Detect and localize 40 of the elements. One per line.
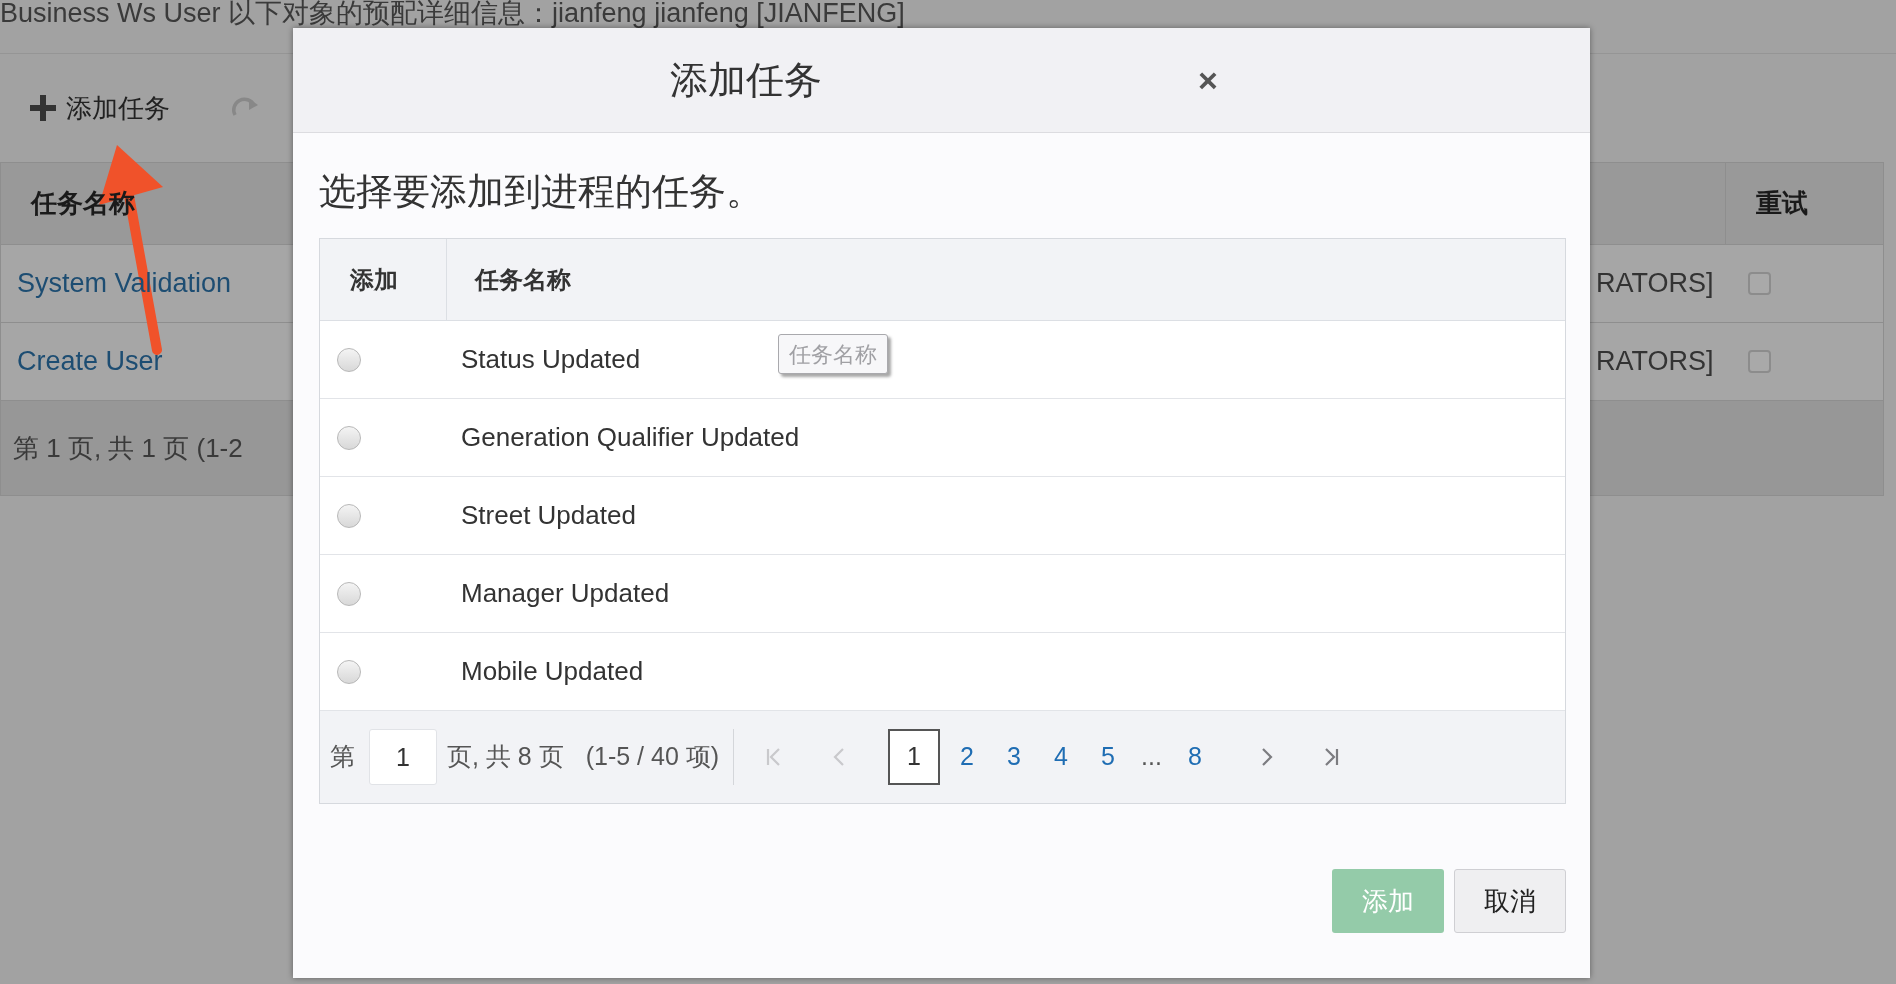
- page-button[interactable]: 4: [1041, 729, 1082, 785]
- task-name: Generation Qualifier Updated: [461, 422, 800, 452]
- plus-icon: [30, 95, 56, 121]
- column-header: 添加: [350, 264, 398, 295]
- task-name: Street Updated: [461, 500, 636, 530]
- page-input[interactable]: 1: [369, 729, 437, 785]
- cancel-button[interactable]: 取消: [1454, 869, 1566, 933]
- task-link[interactable]: Create User: [17, 346, 163, 377]
- pagination-ellipsis: ...: [1140, 741, 1163, 773]
- pagination-text: 第 1 页, 共 1 页 (1-2: [13, 431, 243, 465]
- radio-button[interactable]: [337, 425, 361, 450]
- chevron-icon: [1322, 747, 1341, 767]
- page-button[interactable]: 2: [947, 729, 988, 785]
- retry-checkbox[interactable]: [1748, 350, 1771, 373]
- radio-button[interactable]: [337, 581, 361, 606]
- radio-button[interactable]: [337, 503, 361, 528]
- add-task-button[interactable]: 添加任务: [30, 88, 170, 128]
- pagination-label: 页, 共 8 页: [447, 741, 564, 773]
- dialog-title: 添加任务: [669, 57, 822, 103]
- close-button[interactable]: ×: [1198, 63, 1218, 97]
- column-header: 任务名称: [475, 264, 571, 295]
- page-button[interactable]: 3: [994, 729, 1035, 785]
- column-header: 任务名称: [31, 187, 135, 220]
- page-title: Business Ws User 以下对象的预配详细信息：jianfeng jianfeng [JIANFENG]: [0, 0, 905, 27]
- table-cell: RATORS]: [1596, 346, 1714, 377]
- task-name: Mobile Updated: [461, 656, 644, 686]
- pagination-range: (1-5 / 40 项): [585, 741, 720, 773]
- page-button[interactable]: 8: [1174, 729, 1215, 785]
- radio-button[interactable]: [337, 659, 361, 684]
- column-header: 重试: [1756, 187, 1808, 220]
- page-button[interactable]: 1: [888, 729, 941, 785]
- retry-checkbox[interactable]: [1748, 272, 1771, 295]
- instruction-text: 选择要添加到进程的任务。: [319, 173, 764, 214]
- page-button[interactable]: 5: [1088, 729, 1129, 785]
- radio-button[interactable]: [337, 347, 361, 372]
- tooltip: 任务名称: [778, 334, 888, 374]
- table-cell: RATORS]: [1596, 268, 1714, 299]
- pagination-label: 第: [330, 741, 355, 773]
- task-name: Manager Updated: [461, 578, 670, 608]
- task-name: Status Updated: [461, 344, 641, 374]
